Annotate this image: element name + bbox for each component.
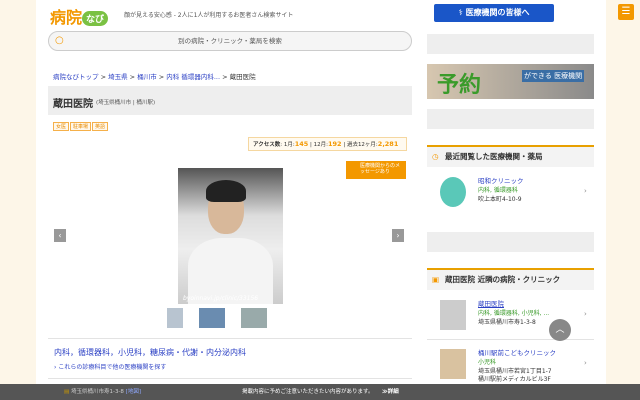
year-count: 2,281 [377,140,399,148]
search-departments-label: これらの診療科目で他の医療機関を探す [58,364,167,371]
clinic-location: (埼玉県桶川市 | 桶川駅) [96,100,156,106]
ad-small-text: ができる 医療機関 [522,70,585,82]
page-title: 蔵田医院 [53,99,93,110]
building-icon: ▣ [432,275,440,284]
m12-label: 12月: [313,142,328,148]
scroll-to-top-button[interactable]: ︿ [549,319,571,341]
breadcrumb-top[interactable]: 病院なびトップ [53,73,99,81]
thumbnail[interactable] [199,308,225,328]
breadcrumb-pref[interactable]: 埼玉県 [108,73,128,81]
site-logo[interactable]: 病院 なび [50,4,109,28]
clinic-title-bar: 蔵田医院 (埼玉県桶川市 | 桶川駅) [48,86,412,115]
sidebar-placeholder [427,34,594,54]
access-count: アクセス数: 1月:145 | 12月:192 | 過去12ヶ月:2,281 [248,137,407,151]
item-dept: 内科, 循環器科, 小児科, ... [478,310,550,317]
item-address-2: 桶川駅前メディカルビル3F [478,376,551,383]
tag: 女医 [53,122,70,131]
next-photo-button[interactable]: › [392,229,404,242]
breadcrumb: 病院なびトップ > 埼玉県 > 桶川市 > 内科 循環器内科... > 蔵田医院 [53,73,256,81]
thumbnail[interactable] [241,308,267,328]
stethoscope-icon: ⚕ [458,8,466,17]
item-name: 桶川駅前こどもクリニック [478,349,556,357]
nearby-title: 蔵田医院 近隣の病院・クリニック [445,275,561,284]
divider [48,378,412,379]
logo-text: 病院 [50,8,83,27]
chevron-right-icon: › [584,359,587,367]
for-medical-institutions-button[interactable]: ⚕ 医療機関の皆様へ [434,4,554,22]
photo-thumbnails [167,308,283,328]
clinic-thumbnail [440,349,466,379]
departments-link[interactable]: 内科，循環器科，小児科，糖尿病・代謝・内分泌内科 [54,347,246,358]
recent-item[interactable]: 昭和クリニック 内科, 循環器科 吹上本町4-10-9 › [440,175,590,211]
breadcrumb-city[interactable]: 桶川市 [137,73,157,81]
notice-bar: ▤ 埼玉県桶川市寿1-3-8 [地図] 掲載内容に予めご注意いただきたい内容があ… [0,384,640,400]
sidebar-placeholder [427,232,594,252]
tag: 駐車場 [70,122,92,131]
thumbnail[interactable] [167,308,183,328]
search-departments-link[interactable]: › これらの診療科目で他の医療機関を探す [54,362,166,371]
chevron-right-icon: › [584,187,587,195]
breadcrumb-current: 蔵田医院 [229,73,256,81]
nearby-item[interactable]: 桶川駅前こどもクリニック 小児科 埼玉県桶川市若宮1丁目1-7 桶川駅前メディカルビル… [440,347,590,383]
item-dept: 内科, 循環器科 [478,187,518,194]
feature-tags: 女医 駐車場 英語 [53,122,109,131]
reservation-ad[interactable]: 予約 ができる 医療機関 [427,64,594,99]
m12-count: 192 [328,140,342,148]
map-link[interactable]: [地図] [126,389,141,395]
item-address: 埼玉県桶川市寿1-3-8 [478,319,536,326]
sidebar-placeholder [427,109,594,129]
notice-text: 掲載内容に予めご注意いただきたい内容があります。 [242,389,374,395]
message-button[interactable]: 医療機関からのメッセージあり [346,161,406,179]
ad-big-text: 予約 [437,73,482,98]
tagline: 顔が見える安心感 - 2人に1人が利用するお医者さん検索サイト [124,12,294,19]
prev-photo-button[interactable]: ‹ [54,229,66,242]
footer-address-text: 埼玉県桶川市寿1-3-8 [70,389,124,395]
clinic-thumbnail [440,300,466,330]
doctor-photo: byoinnavi.jp/clinic/33156 [178,168,283,304]
recent-title: 最近閲覧した医療機関・薬局 [445,152,543,161]
history-icon: ◷ [432,152,439,161]
clinic-logo [440,177,466,207]
divider [427,339,594,340]
search-placeholder: 別の病院・クリニック・薬局を検索 [178,37,282,45]
item-name: 昭和クリニック [478,177,524,185]
item-dept: 小児科 [478,359,497,366]
hamburger-menu-icon[interactable]: ☰ [618,4,634,20]
breadcrumb-dept[interactable]: 内科 循環器内科... [166,73,220,81]
item-address: 吹上本町4-10-9 [478,196,522,203]
notice-detail-link[interactable]: ≫詳細 [382,384,399,400]
m1-count: 145 [294,140,309,148]
divider [48,338,412,339]
year-label: 過去12ヶ月: [346,142,378,148]
message-label: 医療機関からのメッセージあり [360,163,401,175]
tag: 英語 [92,122,109,131]
pin-icon: ▤ [64,389,71,395]
search-input[interactable]: ○ 別の病院・クリニック・薬局を検索 [48,31,412,51]
nearby-section-header: ▣ 蔵田医院 近隣の病院・クリニック [427,268,594,290]
pro-button-label: 医療機関の皆様へ [465,8,530,17]
item-name: 蔵田医院 [478,300,504,308]
m1-label: 1月: [283,142,295,148]
recent-section-header: ◷ 最近閲覧した医療機関・薬局 [427,145,594,167]
access-label: アクセス数 [253,142,281,148]
logo-badge: なび [82,11,109,26]
chevron-right-icon: › [584,310,587,318]
search-icon: ○ [55,35,64,46]
photo-caption: byoinnavi.jp/clinic/33156 [183,295,259,302]
footer-address: ▤ 埼玉県桶川市寿1-3-8 [地図] [64,384,141,400]
